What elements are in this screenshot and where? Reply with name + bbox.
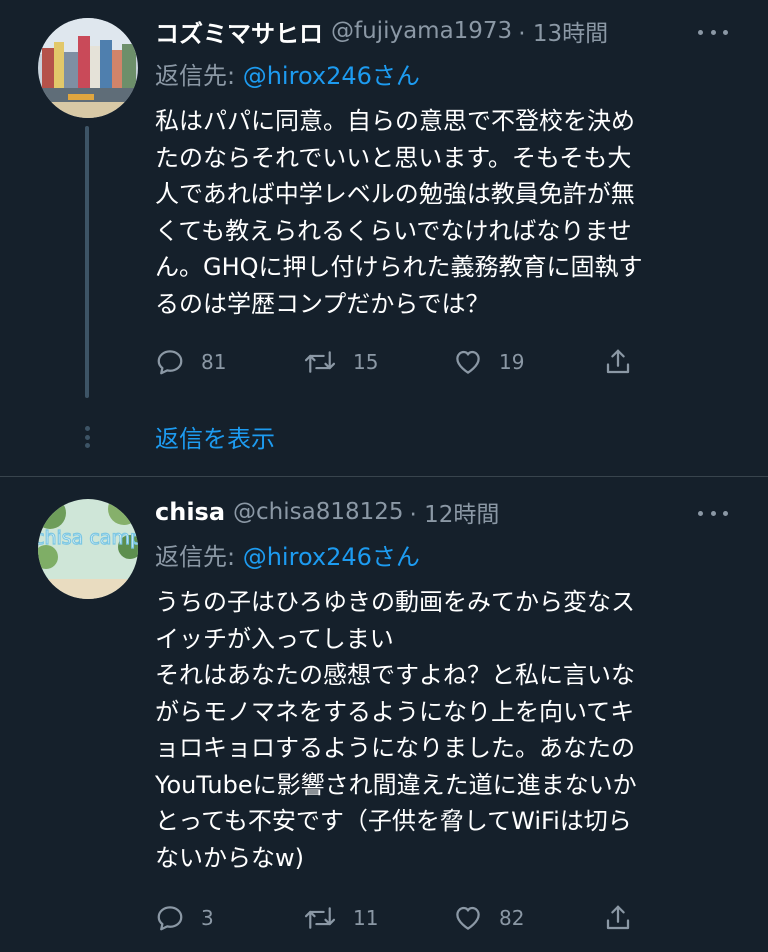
tweet-text-line: それはあなたの感想ですよね？と私に言いな (155, 661, 635, 689)
tweet-text-line: がらモノマネをするようになり上を向いてキ (155, 697, 635, 726)
retweet-count: 15 (353, 350, 379, 374)
tweet-actions: 3 11 82 (155, 901, 635, 935)
tweet[interactable]: コズミマサヒロ @fujiyama1973 · 13時間 返信先: @hirox… (0, 0, 768, 476)
reply-icon (157, 350, 183, 375)
tweet-text: 私はパパに同意。自らの意思で不登校を決め たのならそれでいいと思います。そもそも… (155, 103, 735, 322)
thread-line (85, 126, 89, 398)
reply-count: 3 (201, 906, 214, 930)
share-button[interactable] (603, 901, 649, 935)
share-icon (606, 349, 630, 374)
retweet-icon (304, 907, 336, 929)
tweet-header: chisa @chisa818125 · 12時間 (155, 495, 499, 529)
like-icon (456, 906, 480, 930)
reply-count: 81 (201, 350, 227, 374)
reply-to-handle[interactable]: @hirox246さん (243, 62, 420, 90)
tweet-text: うちの子はひろゆきの動画をみてから変なス イッチが入ってしまい それはあなたの感… (155, 584, 735, 876)
avatar[interactable] (38, 18, 138, 118)
like-button[interactable]: 82 (453, 901, 524, 935)
tweet-text-line: 私はパパに同意。自らの意思で不登校を決め (155, 107, 635, 135)
reply-to-line: 返信先: @hirox246さん (155, 537, 420, 572)
tweet-text-line: たのならそれでいいと思います。そもそも大 (155, 143, 632, 172)
reply-button[interactable]: 3 (155, 901, 214, 935)
tweet-actions: 81 15 19 (155, 345, 635, 379)
like-button[interactable]: 19 (453, 345, 524, 379)
tweet-text-line: るのは学歴コンプだからでは？ (155, 289, 490, 318)
retweet-button[interactable]: 15 (303, 345, 378, 379)
reply-to-prefix: 返信先: (155, 543, 243, 571)
show-replies-link[interactable]: 返信を表示 (155, 419, 275, 454)
tweet-text-line: YouTubeに影響され間違えた道に進まないか (155, 770, 637, 799)
tweet-text-line: うちの子はひろゆきの動画をみてから変なス (155, 588, 635, 616)
tweet-text-line: ないからなw) (155, 843, 304, 872)
timestamp[interactable]: · 12時間 (410, 495, 500, 529)
retweet-icon (304, 351, 336, 373)
like-icon (456, 350, 480, 374)
reply-to-handle[interactable]: @hirox246さん (243, 543, 420, 571)
tweet-text-line: イッチが入ってしまい (155, 624, 394, 653)
like-count: 82 (499, 906, 525, 930)
display-name[interactable]: コズミマサヒロ (155, 14, 323, 49)
tweet-header: コズミマサヒロ @fujiyama1973 · 13時間 (155, 14, 608, 48)
share-icon (606, 905, 630, 930)
reply-icon (157, 906, 183, 931)
more-icon[interactable] (698, 22, 728, 42)
tweet-text-line: くても教えられるくらいでなければなりませ (155, 216, 632, 245)
user-handle[interactable]: @fujiyama1973 (331, 18, 512, 44)
like-count: 19 (499, 350, 525, 374)
reply-button[interactable]: 81 (155, 345, 226, 379)
tweet-text-line: ん。GHQに押し付けられた義務教育に固執す (155, 253, 643, 281)
tweet-text-line: 人であれば中学レベルの勉強は教員免許が無 (155, 180, 635, 208)
timestamp[interactable]: · 13時間 (518, 14, 608, 48)
avatar[interactable]: chisa camp (38, 499, 138, 599)
avatar-text: chisa camp (38, 527, 138, 549)
user-handle[interactable]: @chisa818125 (233, 499, 404, 525)
display-name[interactable]: chisa (155, 498, 225, 526)
more-icon[interactable] (698, 503, 728, 523)
retweet-button[interactable]: 11 (303, 901, 378, 935)
thread-dots (84, 426, 90, 448)
share-button[interactable] (603, 345, 649, 379)
tweet[interactable]: chisa camp chisa @chisa818125 · 12時間 返信先… (0, 477, 768, 952)
reply-to-prefix: 返信先: (155, 62, 243, 90)
reply-to-line: 返信先: @hirox246さん (155, 56, 420, 91)
retweet-count: 11 (353, 906, 379, 930)
tweet-text-line: とっても不安です（子供を脅してWiFiは切ら (155, 807, 632, 835)
tweet-text-line: ョロキョロするようになりました。あなたの (155, 734, 635, 762)
